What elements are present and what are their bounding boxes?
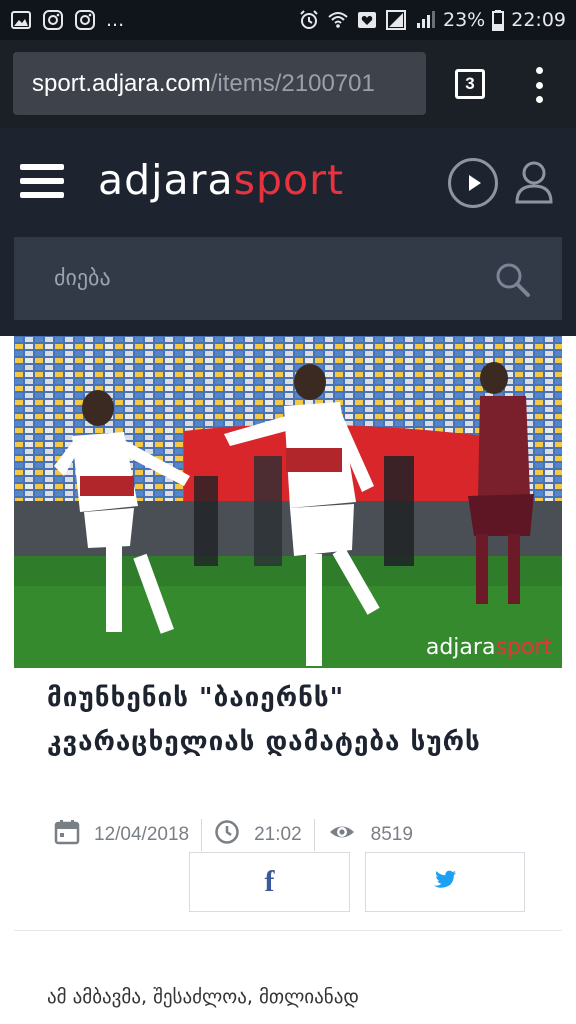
meta-time: 21:02 [214,819,314,851]
article-card: მიუნხენის "ბაიერნს" კვარაცხელიას დამატებ… [14,668,562,1024]
article-meta: 12/04/2018 21:02 8519 [54,818,425,852]
signal-icon [414,9,436,31]
facebook-icon: f [264,865,275,898]
article-lead-text: ამ ამბავმა, შესაძლოა, მთლიანად [47,986,359,1008]
search-input[interactable]: ძიება [14,237,562,320]
tab-switcher-button[interactable]: 3 [455,69,485,99]
calendar-icon [54,819,80,851]
section-divider [14,930,562,931]
hamburger-menu-icon[interactable] [20,164,64,198]
wifi-icon [327,9,349,31]
article-time: 21:02 [254,824,302,845]
image-icon [10,9,32,31]
site-logo[interactable]: adjarasport [98,156,344,204]
meta-divider [201,819,203,851]
instagram-icon [74,9,96,31]
share-twitter-button[interactable] [365,852,525,912]
url-host: sport.adjara.com [32,69,211,97]
play-icon[interactable] [448,158,498,208]
instagram-icon [42,9,64,31]
url-bar[interactable]: sport.adjara.com/items/2100701 [13,52,426,115]
user-icon[interactable] [514,160,554,204]
heart-box-icon [356,9,378,31]
battery-icon [492,9,505,31]
more-notifications: ... [106,9,125,31]
clock: 22:09 [511,9,566,31]
article-date: 12/04/2018 [94,824,190,845]
browser-toolbar: sport.adjara.com/items/2100701 3 [0,40,576,128]
url-path: /items/2100701 [210,69,375,97]
share-facebook-button[interactable]: f [189,852,350,912]
meta-date: 12/04/2018 [54,819,201,851]
article-headline: მიუნხენის "ბაიერნს" კვარაცხელიას დამატებ… [47,683,481,757]
kebab-menu-icon[interactable] [527,67,551,103]
battery-percent: 23% [443,9,486,31]
eye-icon [327,819,357,851]
article-views: 8519 [370,824,413,845]
search-placeholder: ძიება [54,266,111,291]
logo-text-sport: sport [233,156,345,204]
status-bar: ... 23% 22:09 [0,0,576,40]
signal-icon [385,9,407,31]
logo-text-adjara: adjara [98,156,234,204]
search-icon[interactable] [494,261,532,299]
clock-icon [214,819,240,851]
article-hero-image[interactable]: adjarasport [14,336,562,668]
twitter-bird-icon [433,870,457,894]
site-header: adjarasport ძიება [0,128,576,336]
meta-divider [313,819,315,851]
alarm-icon [298,9,320,31]
image-watermark: adjarasport [425,635,552,660]
meta-views: 8519 [327,819,425,851]
